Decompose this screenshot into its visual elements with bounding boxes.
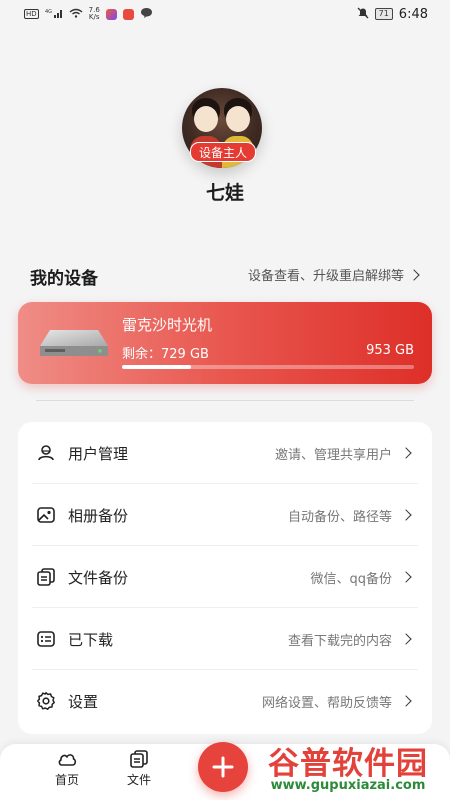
user-icon bbox=[38, 445, 54, 461]
nav-files-label: 文件 bbox=[126, 773, 151, 787]
app-notification-icon bbox=[105, 8, 117, 20]
chevron-right-icon bbox=[400, 571, 412, 583]
avatar-doll-face-right bbox=[226, 106, 250, 132]
menu-hint: 查看下载完的内容 bbox=[287, 633, 392, 649]
menu-hint: 网络设置、帮助反馈等 bbox=[261, 695, 392, 711]
menu-item-settings[interactable]: 设置 网络设置、帮助反馈等 bbox=[18, 670, 432, 732]
chevron-right-icon bbox=[400, 447, 412, 459]
username: 七娃 bbox=[205, 182, 244, 204]
status-left: HD 4G 7.6 K/s bbox=[24, 7, 153, 22]
network-speed: 7.6 K/s bbox=[89, 7, 100, 21]
hard-drive-icon bbox=[40, 330, 108, 356]
nav-home-label: 首页 bbox=[54, 773, 79, 787]
home-cloud-icon bbox=[58, 754, 77, 766]
files-icon bbox=[37, 568, 55, 586]
storage-progress-fill bbox=[122, 365, 191, 369]
status-right: 71 6:48 bbox=[357, 7, 428, 22]
menu-label: 文件备份 bbox=[68, 568, 129, 587]
chevron-right-icon bbox=[408, 268, 420, 281]
device-remaining: 剩余：729 GB bbox=[122, 347, 209, 362]
avatar-doll-face-left bbox=[194, 106, 218, 132]
settings-menu: 用户管理 邀请、管理共享用户 相册备份 自动备份、路径等 文件备份 微信、qq备… bbox=[18, 422, 432, 734]
mute-icon bbox=[357, 7, 369, 22]
device-total-capacity: 953 GB bbox=[366, 343, 414, 358]
files-nav-icon bbox=[130, 750, 148, 768]
devices-manage-link[interactable]: 设备查看、升级重启解绑等 bbox=[247, 265, 420, 284]
owner-badge: 设备主人 bbox=[190, 142, 256, 162]
device-name: 雷克沙时光机 bbox=[122, 316, 213, 334]
menu-item-photo-backup[interactable]: 相册备份 自动备份、路径等 bbox=[18, 484, 432, 546]
menu-item-user-management[interactable]: 用户管理 邀请、管理共享用户 bbox=[18, 422, 432, 484]
wifi-icon bbox=[69, 7, 83, 21]
avatar-block[interactable]: 设备主人 bbox=[182, 88, 266, 172]
chevron-right-icon bbox=[400, 633, 412, 645]
shop-notification-icon bbox=[122, 8, 134, 20]
screen: HD 4G 7.6 K/s 71 6:48 设备主人 七娃 我的设备 设备查看、… bbox=[0, 0, 450, 800]
svg-text:4G: 4G bbox=[45, 9, 52, 15]
device-card[interactable]: 雷克沙时光机 剩余：729 GB 953 GB bbox=[18, 302, 432, 384]
storage-progress-track bbox=[122, 365, 414, 369]
devices-section-title: 我的设备 bbox=[30, 269, 98, 289]
watermark: 谷普软件园 www.gupuxiazai.com bbox=[248, 738, 448, 798]
menu-hint: 自动备份、路径等 bbox=[287, 509, 392, 525]
devices-manage-link-text: 设备查看、升级重启解绑等 bbox=[247, 269, 404, 284]
menu-hint: 微信、qq备份 bbox=[310, 571, 392, 587]
status-bar: HD 4G 7.6 K/s 71 6:48 bbox=[0, 0, 450, 28]
menu-label: 设置 bbox=[68, 692, 99, 711]
download-list-icon bbox=[37, 631, 55, 647]
clock: 6:48 bbox=[398, 6, 428, 22]
watermark-url: www.gupuxiazai.com bbox=[270, 778, 426, 793]
gear-icon bbox=[37, 692, 55, 710]
signal-icon: 4G bbox=[45, 7, 63, 21]
speed-unit: K/s bbox=[88, 13, 100, 21]
menu-hint: 邀请、管理共享用户 bbox=[274, 447, 392, 463]
add-button[interactable] bbox=[198, 742, 248, 792]
menu-item-downloaded[interactable]: 已下载 查看下载完的内容 bbox=[18, 608, 432, 670]
plus-icon bbox=[212, 756, 234, 778]
menu-item-file-backup[interactable]: 文件备份 微信、qq备份 bbox=[18, 546, 432, 608]
hd-indicator: HD bbox=[24, 9, 39, 19]
menu-label: 相册备份 bbox=[68, 506, 129, 525]
battery-indicator: 71 bbox=[374, 8, 393, 20]
menu-label: 用户管理 bbox=[68, 444, 129, 463]
chevron-right-icon bbox=[400, 509, 412, 521]
message-icon bbox=[140, 7, 153, 22]
photo-icon bbox=[37, 507, 55, 523]
section-divider bbox=[36, 400, 414, 401]
watermark-title: 谷普软件园 bbox=[268, 746, 428, 782]
nav-home[interactable]: 首页 bbox=[39, 750, 95, 794]
chevron-right-icon bbox=[400, 695, 412, 707]
nav-files[interactable]: 文件 bbox=[111, 750, 167, 794]
menu-label: 已下载 bbox=[68, 630, 114, 649]
